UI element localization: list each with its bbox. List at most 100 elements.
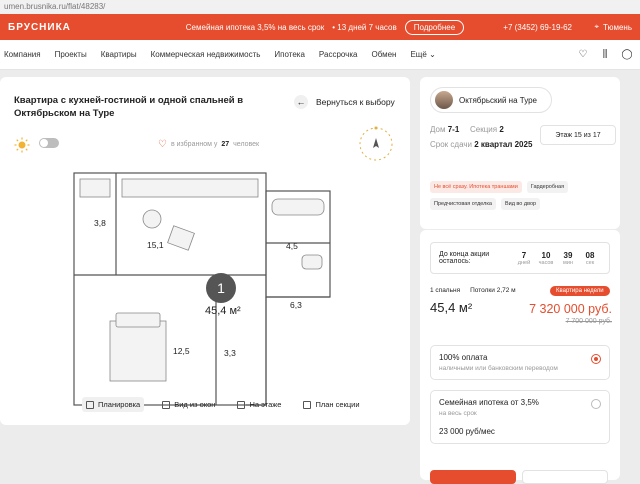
house-label: Дом [430,125,446,134]
favorites-count: 27 [221,141,230,148]
room-area-6: 3,3 [224,348,236,358]
price-card: До конца акции осталось: 7 дней 10 часов 3… [420,230,620,480]
timer-hours-value: 10 [541,250,551,260]
flat-old-price: 7 700 000 руб. [565,318,612,325]
tag-tranche-mortgage[interactable]: Не всё сразу. Ипотека траншами [430,181,522,193]
section-info: Секция 2 [470,125,504,134]
nav-item-commercial[interactable]: Коммерческая недвижимость [151,50,261,59]
timer-minutes: 39 мин [557,251,579,266]
house-info: Дом 7-1 [430,125,459,134]
plan-icon [86,400,94,409]
payment-option-subtitle: наличными или банковским переводом [439,365,558,372]
view-switcher: Планировка Вид из окон На этаже План сек… [82,397,364,412]
brand-logo[interactable]: БРУСНИКА [8,22,168,33]
sunlight-toggle[interactable] [39,138,59,148]
flat-meta: 1 спальня Потолки 2,72 м [430,287,516,294]
view-tab-section[interactable]: План секции [299,397,363,412]
payment-option-radio[interactable] [591,399,601,409]
complex-link[interactable]: Октябрьский на Туре [430,87,553,113]
payment-option-title: Семейная ипотека от 3,5% [439,398,539,407]
timer-hours: 10 часов [535,251,557,266]
flat-price: 7 320 000 руб. [529,302,612,316]
compare-icon[interactable]: ⫼ [596,46,614,64]
section-icon [303,400,312,409]
tag-wardrobe: Гардеробная [526,181,569,193]
book-button[interactable] [430,470,516,484]
complex-thumbnail [435,91,453,109]
secondary-action-button[interactable] [522,470,608,484]
favorites-text: в избранном у [170,141,218,148]
view-tab-label: На этаже [249,400,282,409]
flat-area: 45,4 м² [430,300,473,315]
favorites-counter[interactable]: ♡ в избранном у 27 человек [158,139,259,150]
payment-option-family-mortgage[interactable]: Семейная ипотека от 3,5% на весь срок 23… [430,390,610,444]
payment-option-full[interactable]: 100% оплата наличными или банковским пер… [430,345,610,380]
offer-timer: До конца акции осталось: 7 дней 10 часов 3… [430,242,610,274]
section-value: 2 [499,125,504,134]
plan-total-area-value: 45,4 [205,305,227,317]
bedrooms-count: 1 спальня [430,287,461,294]
flat-card: Квартира с кухней-гостиной и одной спаль… [0,77,410,425]
view-tab-plan[interactable]: Планировка [82,397,145,412]
compass-icon [359,126,393,161]
delivery-info: Срок сдачи 2 квартал 2025 [430,140,532,149]
nav-item-more-label: Ещё [410,50,427,59]
room-area-5: 12,5 [173,346,190,356]
back-to-selection-button[interactable]: ← Вернуться к выбору [294,95,395,109]
chevron-down-icon: ⌄ [429,50,436,59]
heart-outline-icon: ♡ [158,139,167,150]
plan-total-area: 45,4 м² [205,305,241,317]
nav-item-company[interactable]: Компания [4,50,41,59]
back-label: Вернуться к выбору [316,97,395,107]
nav-item-mortgage[interactable]: Ипотека [274,50,305,59]
nav-item-flats[interactable]: Квартиры [101,50,137,59]
view-tab-label: План секции [315,400,360,409]
nav-item-installment[interactable]: Рассрочка [319,50,358,59]
floor-icon [237,400,246,409]
window-icon [162,400,171,409]
promo-text: Семейная ипотека 3,5% на весь срок [185,22,325,32]
city-label: Тюмень [603,22,632,32]
url-bar[interactable]: umen.brusnika.ru/flat/48283/ [0,0,640,14]
heart-icon[interactable]: ♡ [574,46,592,64]
house-value: 7-1 [447,125,460,134]
tag-finishing: Предчистовая отделка [430,198,496,210]
room-area-1: 3,8 [94,218,106,228]
complex-name: Октябрьский на Туре [459,95,538,105]
promo-more-button[interactable]: Подробнее [404,19,465,35]
view-tab-label: Планировка [98,400,141,409]
arrow-left-icon: ← [294,95,308,109]
view-tab-floor[interactable]: На этаже [233,397,285,412]
room-area-4: 6,3 [290,300,302,310]
promo-timer: • 13 дней 7 часов [332,22,397,32]
timer-seconds-value: 08 [585,250,595,260]
view-tab-window[interactable]: Вид из окон [158,397,219,412]
flat-title: Квартира с кухней-гостиной и одной спаль… [14,95,244,119]
timer-seconds-unit: сек [585,259,595,266]
room-count-badge: 1 [206,273,236,303]
delivery-value: 2 квартал 2025 [474,140,533,149]
timer-days-unit: дней [517,259,531,266]
nav-item-more[interactable]: Ещё ⌄ [410,50,435,59]
payment-option-radio[interactable] [591,354,601,364]
room-area-3: 4,5 [286,241,298,251]
city-selector[interactable]: ⌖ Тюмень [572,22,633,32]
payment-option-monthly: 23 000 руб/мес [439,427,495,436]
floor-info: Этаж 15 из 17 [540,125,616,145]
location-pin-icon: ⌖ [594,22,600,31]
ceiling-height: Потолки 2,72 м [470,287,516,294]
timer-days-value: 7 [521,250,527,260]
flat-of-week-badge: Квартира недели [550,286,610,296]
room-area-2: 15,1 [147,240,164,250]
timer-minutes-value: 39 [563,250,573,260]
user-icon[interactable]: ◯ [618,46,636,64]
timer-hours-unit: часов [538,259,554,266]
nav-item-projects[interactable]: Проекты [55,50,87,59]
timer-minutes-unit: мин [563,259,573,266]
delivery-label: Срок сдачи [430,140,472,149]
tag-yard-view: Вид во двор [500,198,541,210]
promo-banner: Семейная ипотека 3,5% на весь срок • 13 … [168,19,482,35]
nav-item-exchange[interactable]: Обмен [371,50,396,59]
main-nav: Компания Проекты Квартиры Коммерческая н… [0,40,640,70]
phone-link[interactable]: +7 (3452) 69-19-62 [482,23,572,32]
